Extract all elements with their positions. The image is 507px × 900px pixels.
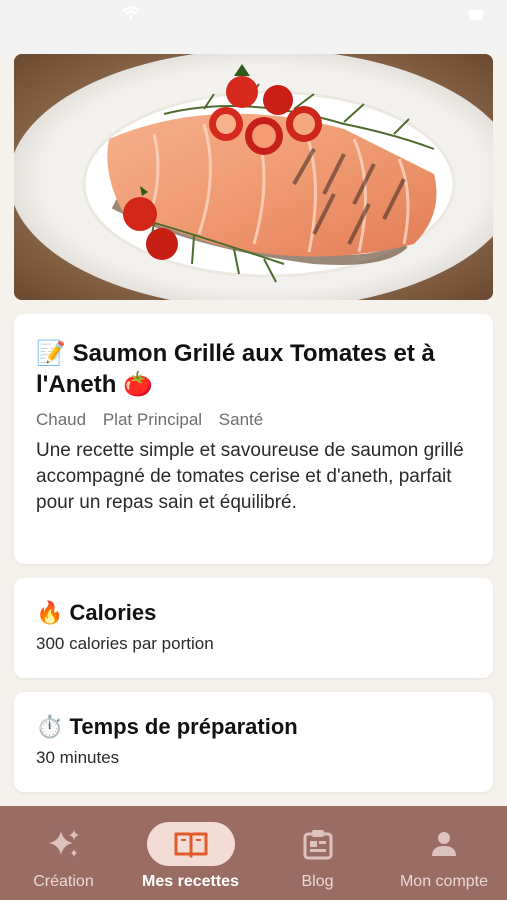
stopwatch-icon: ⏱️ [36, 715, 64, 740]
nav-item-mes-recettes[interactable]: Mes recettes [127, 806, 254, 900]
nav-item-creation[interactable]: Création [0, 806, 127, 900]
nav-label-creation: Création [33, 873, 94, 890]
nav-item-blog[interactable]: Blog [254, 806, 381, 900]
calories-value: 300 calories par portion [36, 634, 214, 653]
nav-item-mon-compte[interactable]: Mon compte [381, 806, 507, 900]
open-book-icon [147, 822, 235, 866]
tag-plat-principal: Plat Principal [102, 410, 203, 429]
battery-icon [469, 10, 483, 20]
nav-label-mon-compte: Mon compte [399, 873, 489, 890]
prep-time-title-text: Temps de préparation [69, 714, 298, 739]
recipe-title: 📝 Saumon Grillé aux Tomates et à l'Aneth… [36, 338, 471, 400]
calories-title-text: Calories [69, 600, 157, 625]
nav-label-mes-recettes: Mes recettes [142, 873, 239, 890]
sparkles-icon [39, 822, 89, 866]
clock: 10:09 [230, 8, 263, 23]
person-icon [419, 822, 469, 866]
tag-chaud: Chaud [36, 410, 87, 429]
newspaper-icon [293, 822, 343, 866]
recipe-title-text: Saumon Grillé aux Tomates et à l'Aneth [36, 340, 435, 398]
bottom-nav: Création Mes recettes Blog Mon compte [0, 806, 507, 900]
nav-label-blog: Blog [301, 873, 334, 890]
prep-time-value: 30 minutes [36, 748, 120, 767]
calories-card: 🔥 Calories 300 calories par portion [14, 578, 493, 678]
prep-time-title: ⏱️ Temps de préparation [36, 714, 471, 740]
recipe-tags: Chaud Plat Principal Santé [36, 410, 471, 430]
recipe-summary-card: 📝 Saumon Grillé aux Tomates et à l'Aneth… [14, 314, 493, 564]
tomato-icon: 🍅 [123, 370, 153, 398]
calories-title: 🔥 Calories [36, 600, 471, 626]
memo-icon: 📝 [36, 339, 66, 367]
header-spacer [0, 32, 507, 54]
recipe-photo [14, 54, 493, 300]
tag-sante: Santé [218, 410, 264, 429]
fire-icon: 🔥 [36, 601, 64, 626]
carrier-label: Aucun service [10, 8, 92, 23]
status-bar: Aucun service 10:09 [0, 0, 507, 32]
recipe-description: Une recette simple et savoureuse de saum… [36, 440, 464, 513]
prep-time-card: ⏱️ Temps de préparation 30 minutes [14, 692, 493, 792]
wifi-icon [122, 6, 140, 20]
